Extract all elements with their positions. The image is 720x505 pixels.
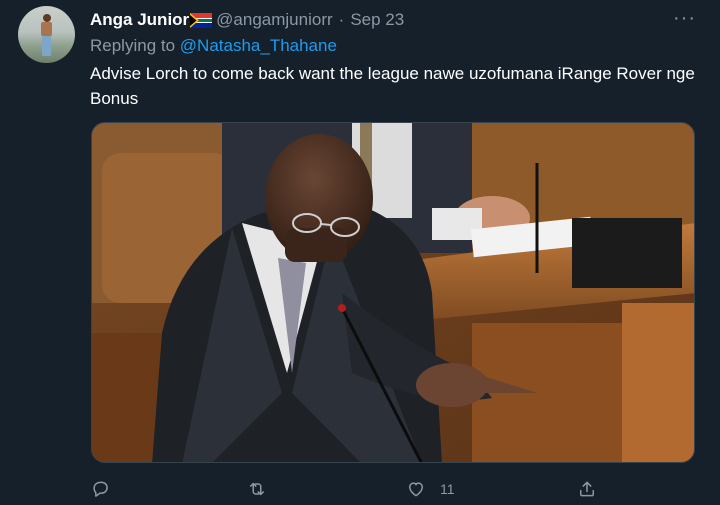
reply-button[interactable] bbox=[90, 476, 110, 502]
south-africa-flag-icon bbox=[190, 12, 213, 28]
reply-icon bbox=[93, 481, 108, 497]
tweet-date[interactable]: Sep 23 bbox=[350, 10, 404, 30]
tweet-text: Advise Lorch to come back want the leagu… bbox=[90, 64, 695, 108]
author-handle[interactable]: @angamjuniorr bbox=[216, 10, 332, 30]
share-button[interactable] bbox=[577, 476, 597, 502]
replying-to-mention[interactable]: @Natasha_Thahane bbox=[180, 36, 337, 55]
tweet[interactable]: Anga Junior @angamjuniorr · Sep 23 ··· R… bbox=[0, 0, 720, 505]
separator-dot: · bbox=[338, 10, 345, 29]
avatar[interactable] bbox=[18, 6, 75, 63]
avatar-figure bbox=[40, 14, 53, 58]
replying-prefix: Replying to bbox=[90, 36, 180, 55]
like-button[interactable]: 11 bbox=[406, 476, 455, 502]
photo-illustration bbox=[92, 123, 694, 462]
share-icon bbox=[580, 481, 594, 497]
author-name[interactable]: Anga Junior bbox=[90, 10, 189, 30]
retweet-icon bbox=[250, 482, 264, 496]
tweet-header: Anga Junior @angamjuniorr · Sep 23 bbox=[90, 9, 404, 31]
retweet-button[interactable] bbox=[247, 476, 267, 502]
tweet-photo[interactable] bbox=[91, 122, 695, 463]
more-options-button[interactable]: ··· bbox=[673, 7, 696, 30]
replying-to: Replying to @Natasha_Thahane bbox=[90, 36, 337, 56]
heart-icon bbox=[409, 482, 423, 497]
tweet-actions: 11 bbox=[90, 476, 700, 502]
like-count: 11 bbox=[440, 481, 455, 497]
